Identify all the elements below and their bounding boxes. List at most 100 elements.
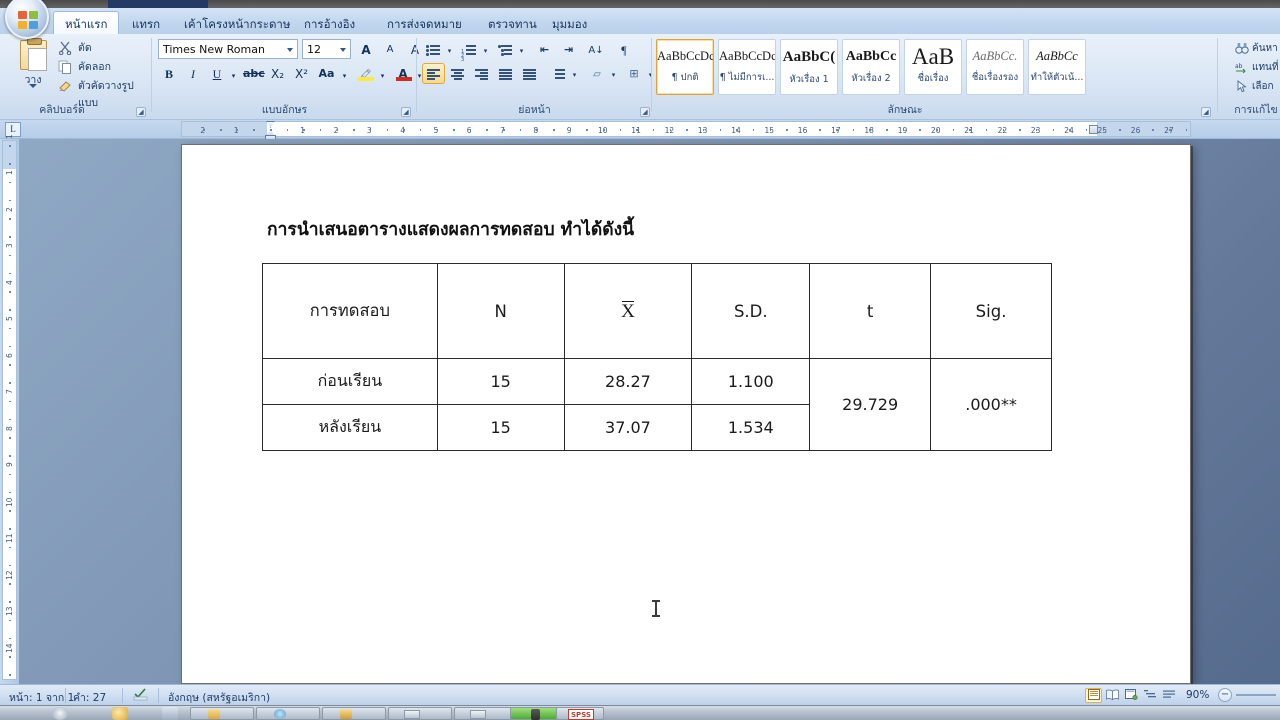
style-item-title[interactable]: AaB ชื่อเรื่อง [904,39,962,95]
view-web-layout-button[interactable] [1123,688,1140,703]
ruler-tick: 6 [466,126,472,135]
taskbar-window-5[interactable] [454,707,518,720]
shading-button[interactable]: ▱ [586,63,608,84]
text-highlight-button[interactable]: 🖍 [354,63,377,84]
status-language[interactable]: อังกฤษ (สหรัฐอเมริกา) [168,689,270,706]
document-canvas[interactable]: การนำเสนอตารางแสดงผลการทดสอบ ทำได้ดังนี้… [19,139,1280,684]
thai-distributed-button[interactable] [518,63,541,84]
chevron-down-icon [29,84,37,88]
tab-insert[interactable]: แทรก [120,11,172,35]
tab-home[interactable]: หน้าแรก [53,11,120,35]
multilevel-dropdown[interactable]: ▾ [516,39,527,60]
change-case-button[interactable]: Aa [314,63,339,84]
borders-button[interactable]: ⊞ [623,63,645,84]
taskbar-window-4[interactable] [388,707,452,720]
numbering-button[interactable]: 1 2 3 [458,39,480,63]
bold-button[interactable]: B [158,63,180,84]
align-center-button[interactable] [446,63,469,84]
borders-icon: ⊞ [629,67,639,80]
shrink-font-button[interactable]: A [379,39,401,60]
spell-check-icon[interactable] [133,688,150,702]
ruler-tick: 2 [200,126,206,135]
tab-page-layout[interactable]: เค้าโครงหน้ากระดาษ [172,11,302,35]
select-button[interactable]: เลือก [1235,78,1280,95]
taskbar-icon-1[interactable] [52,707,68,720]
line-spacing-dropdown[interactable]: ▾ [569,63,580,84]
decrease-indent-button[interactable]: ⇤ [533,39,556,60]
font-dialog-launcher[interactable]: ◢ [401,107,411,117]
svg-text:ab: ab [1235,63,1243,70]
taskbar-window-2[interactable] [256,707,320,720]
taskbar-icon-3[interactable] [162,707,178,720]
sort-button[interactable]: A↓ [585,39,607,60]
style-item-subtitle[interactable]: AaBbCc. ชื่อเรื่องรอง [966,39,1024,95]
style-item-emphasis[interactable]: AaBbCc ทำให้ตัวเน้... [1028,39,1086,95]
zoom-slider[interactable] [1236,694,1276,696]
style-item-heading1[interactable]: AaBbC( หัวเรื่อง 1 [780,39,838,95]
numbering-dropdown[interactable]: ▾ [480,39,491,60]
ruler-tick: 7 [5,389,14,394]
ruler-dot [453,129,455,131]
view-outline-button[interactable] [1142,688,1159,703]
tab-mailings[interactable]: การส่งจดหมาย [375,11,474,35]
zoom-level-label[interactable]: 90% [1186,689,1209,701]
tab-review[interactable]: ตรวจทาน [476,11,549,35]
format-painter-button[interactable]: ตัวคัดวางรูปแบบ [58,78,152,109]
grow-font-button[interactable]: A [355,39,377,60]
ruler-tick: 12 [5,569,14,580]
view-full-screen-reading-button[interactable] [1104,688,1121,703]
font-color-button[interactable]: A [392,63,414,84]
italic-button[interactable]: I [182,63,204,84]
superscript-button[interactable]: X² [290,63,313,84]
vertical-ruler[interactable]: 1 1 2 3 4 5 6 7 8 9 10 11 12 13 14 [2,134,17,680]
style-item-heading2[interactable]: AaBbCc หัวเรื่อง 2 [842,39,900,95]
multilevel-list-button[interactable] [494,39,516,60]
font-name-combobox[interactable]: Times New Roman [158,39,298,59]
taskbar-window-3[interactable] [322,707,386,720]
justify-button[interactable] [494,63,517,84]
show-formatting-marks-button[interactable]: ¶ [613,39,635,60]
tab-references[interactable]: การอ้างอิง [292,11,367,35]
copy-button[interactable]: คัดลอก [58,59,111,76]
align-right-button[interactable] [470,63,493,84]
ribbon-group-paragraph: ▾ 1 2 3 ▾ ▾ ⇤ ⇥ A↓ ¶ ▾ ▱ ▾ ⊞ ย่อหน้า ◢ [417,34,652,120]
shading-dropdown[interactable]: ▾ [608,63,619,84]
taskbar-icon-2[interactable] [112,707,128,720]
bullets-dropdown[interactable]: ▾ [444,39,455,60]
results-table[interactable]: การทดสอบ N X S.D. t Sig. ก่อนเรียน 15 28… [262,263,1052,451]
style-preview: AaBbCc [845,49,897,64]
ruler-dot [469,129,472,131]
style-item-normal[interactable]: AaBbCcDc ¶ ปกติ [656,39,714,95]
text-highlight-dropdown[interactable]: ▾ [377,63,388,84]
style-item-no-spacing[interactable]: AaBbCcDc ¶ ไม่มีการเ... [718,39,776,95]
bullets-button[interactable] [422,39,444,60]
ruler-dot [9,564,11,567]
first-line-indent-marker[interactable] [266,121,275,128]
view-draft-button[interactable] [1161,688,1178,703]
clipboard-dialog-launcher[interactable]: ◢ [136,107,146,117]
underline-dropdown[interactable]: ▾ [228,63,239,84]
taskbar-window-7[interactable]: SPSS [556,707,604,720]
underline-button[interactable]: U [206,63,228,84]
status-word-count[interactable]: คำ: 27 [73,689,106,706]
zoom-out-button[interactable]: − [1218,688,1232,702]
find-button[interactable]: ค้นหา [1235,40,1280,57]
line-spacing-button[interactable] [547,63,569,84]
subscript-button[interactable]: X₂ [266,63,289,84]
ruler-tick: 9 [566,126,572,135]
taskbar-window-1[interactable] [190,707,254,720]
paste-button[interactable]: วาง [8,38,58,100]
horizontal-ruler[interactable]: 2 1 1 2 3 4 5 6 7 8 9 10 11 12 13 14 15 16 17 18 19 20 21 22 23 2… [181,121,1191,140]
strikethrough-button[interactable]: abc [242,63,265,84]
increase-indent-button[interactable]: ⇥ [557,39,580,60]
view-print-layout-button[interactable] [1085,688,1102,703]
replace-button[interactable]: ab แทนที่ [1235,59,1280,76]
styles-dialog-launcher[interactable]: ◢ [1201,107,1211,117]
tab-view[interactable]: มุมมอง [540,11,599,35]
font-size-combobox[interactable]: 12 [302,39,351,59]
justify-icon [499,68,513,80]
change-case-dropdown[interactable]: ▾ [339,63,350,84]
document-page[interactable]: การนำเสนอตารางแสดงผลการทดสอบ ทำได้ดังนี้… [181,144,1191,684]
align-left-button[interactable] [422,63,445,84]
cut-button[interactable]: ตัด [58,40,92,57]
